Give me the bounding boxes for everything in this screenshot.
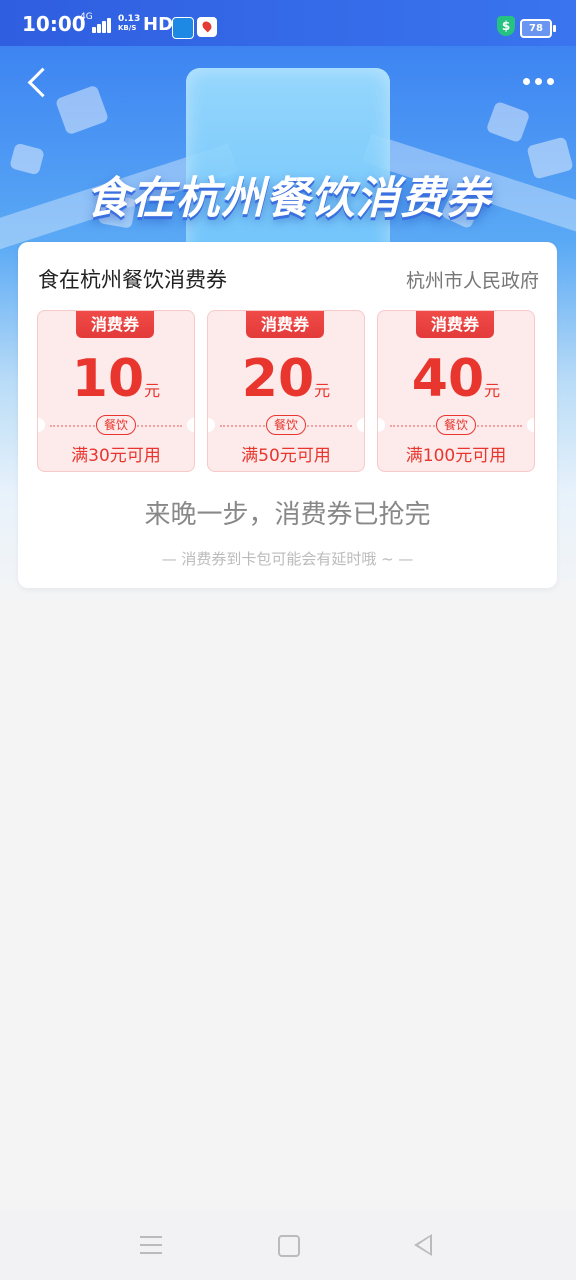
more-dots-icon[interactable] <box>519 78 559 88</box>
coupon-tag: 消费券 <box>76 311 154 338</box>
hd-indicator: HD <box>143 14 174 35</box>
panel-title: 食在杭州餐饮消费券 <box>38 268 227 292</box>
battery-icon: 78 <box>520 19 556 38</box>
coupon-condition: 满100元可用 <box>405 446 507 466</box>
coupon-amount: 20元 <box>208 349 364 409</box>
coupon-category: 餐饮 <box>266 415 306 435</box>
coupon-amount-value: 20 <box>241 349 315 409</box>
speed-unit: KB/S <box>118 24 137 32</box>
decor-tile <box>485 100 531 144</box>
nav-home-icon[interactable] <box>278 1235 300 1257</box>
sold-out-message: 来晚一步，消费券已抢完 <box>144 500 431 530</box>
signal-icon <box>92 15 114 33</box>
coupon-amount: 10元 <box>38 349 194 409</box>
network-speed: 0.13 KB/S <box>118 15 140 33</box>
system-nav-bar <box>0 1210 576 1280</box>
coupon-amount-value: 10 <box>71 349 145 409</box>
network-type: 4G <box>80 12 93 22</box>
banner-title: 食在杭州餐饮消费券 <box>85 173 491 224</box>
delay-tip: — 消费券到卡包可能会有延时哦 ~ — <box>161 550 414 568</box>
issuer-label: 杭州市人民政府 <box>405 270 539 292</box>
coupon-amount: 40元 <box>378 349 534 409</box>
coupon-condition: 满30元可用 <box>71 446 161 466</box>
coupon-panel: 食在杭州餐饮消费券 杭州市人民政府 消费券 10元 餐饮 满30元可用 消费券 … <box>18 242 557 588</box>
zhihu-app-icon <box>172 17 194 39</box>
coupon-tag: 消费券 <box>416 311 494 338</box>
coupon-tag: 消费券 <box>246 311 324 338</box>
coupon-card[interactable]: 消费券 20元 餐饮 满50元可用 <box>207 310 365 472</box>
coupon-card[interactable]: 消费券 40元 餐饮 满100元可用 <box>377 310 535 472</box>
coupon-card[interactable]: 消费券 10元 餐饮 满30元可用 <box>37 310 195 472</box>
coupon-amount-unit: 元 <box>314 381 331 400</box>
coupon-amount-value: 40 <box>411 349 485 409</box>
coupon-amount-unit: 元 <box>484 381 501 400</box>
coupon-amount-unit: 元 <box>144 381 161 400</box>
decor-tile <box>54 84 110 136</box>
nav-back-icon[interactable] <box>414 1234 432 1256</box>
coupon-condition: 满50元可用 <box>241 446 331 466</box>
status-time: 10:00 <box>22 12 86 36</box>
speed-value: 0.13 <box>118 14 141 24</box>
shield-icon: $ <box>497 16 515 36</box>
coupon-category: 餐饮 <box>96 415 136 435</box>
status-bar: 10:00 4G 0.13 KB/S HD $ 78 <box>0 0 576 46</box>
nav-menu-icon[interactable] <box>140 1236 162 1254</box>
coupon-category: 餐饮 <box>436 415 476 435</box>
map-app-icon <box>197 17 217 37</box>
back-arrow-icon[interactable] <box>24 68 54 98</box>
